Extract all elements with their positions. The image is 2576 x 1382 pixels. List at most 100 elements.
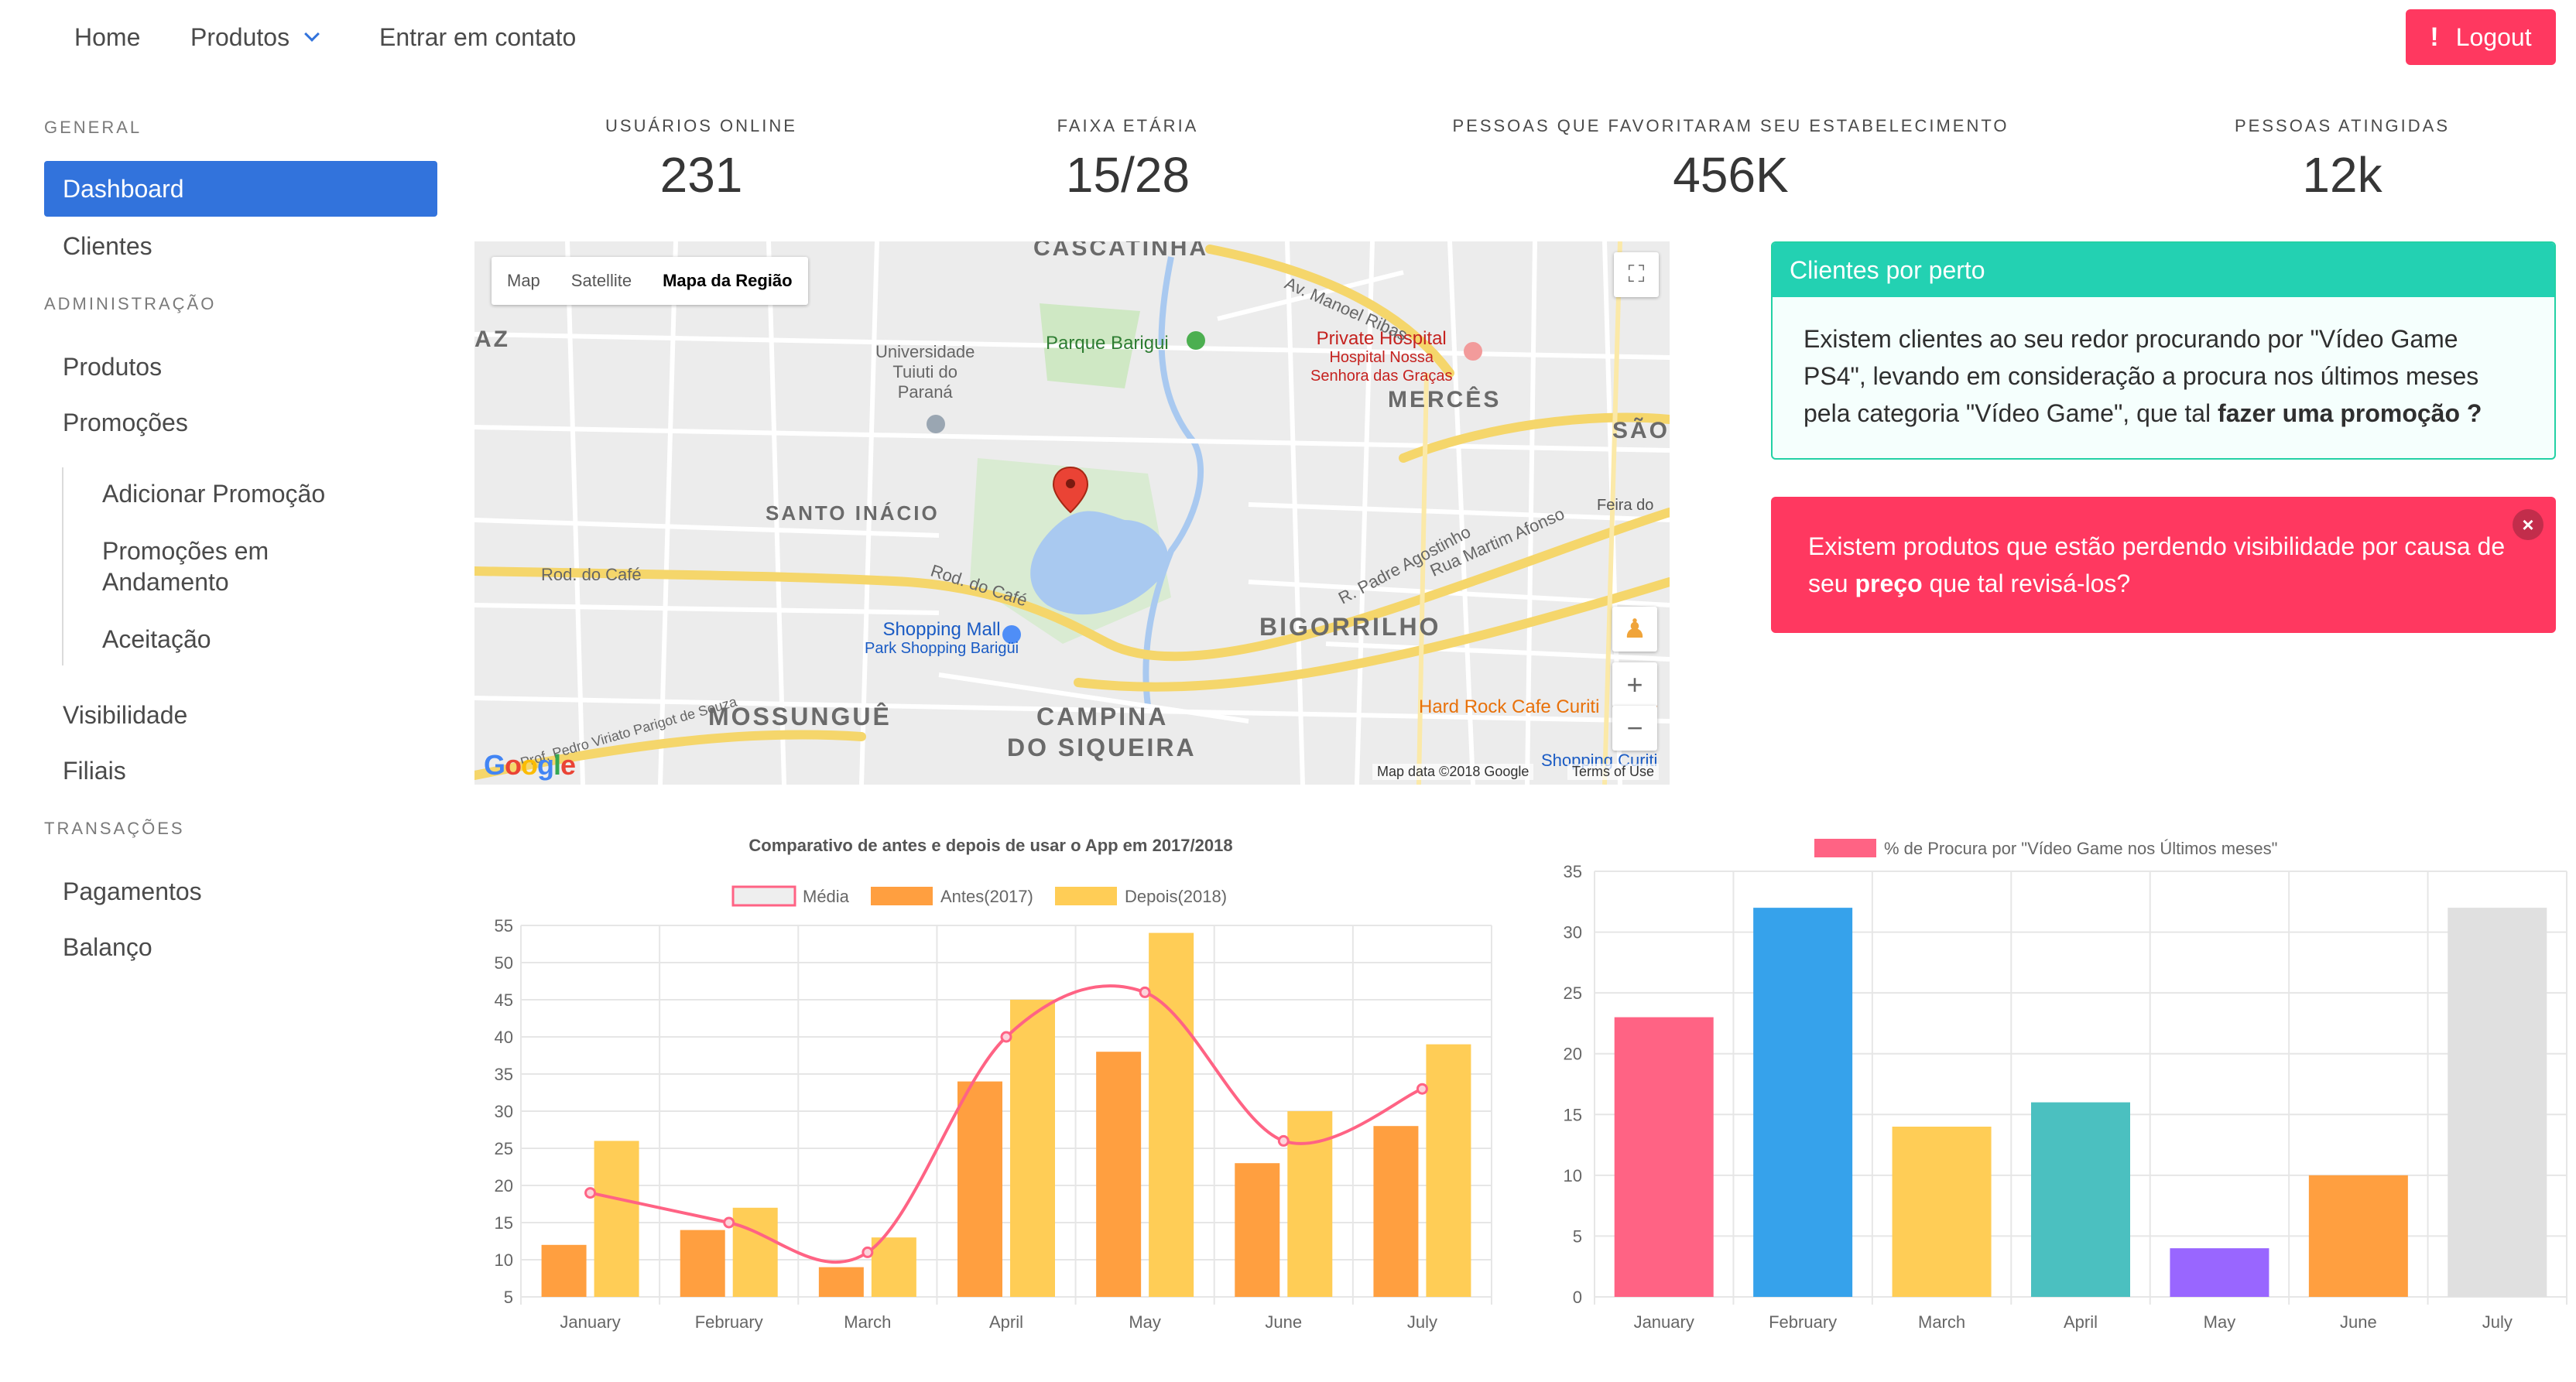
bar — [594, 1141, 639, 1297]
stat-value: 12k — [2302, 147, 2382, 203]
legend-label: Depois(2018) — [1125, 887, 1227, 906]
bar — [541, 1244, 587, 1297]
bar — [2031, 1102, 2130, 1297]
y-tick-label: 25 — [1564, 983, 1582, 1003]
street-rod-cafe: Rod. do Café — [541, 565, 642, 584]
legend-swatch — [1814, 839, 1876, 857]
legend-swatch — [871, 887, 933, 905]
sidebar-item-pagamentos[interactable]: Pagamentos — [44, 864, 437, 919]
bar — [818, 1267, 864, 1297]
y-tick-label: 15 — [495, 1213, 513, 1233]
promocoes-submenu: Adicionar Promoção Promoções em Andament… — [62, 467, 433, 665]
bar — [871, 1237, 916, 1297]
bar — [957, 1081, 1002, 1297]
map-poi-shopping: Shopping Mall Park Shopping Barigüi — [865, 621, 1019, 658]
stat-heading: PESSOAS ATINGIDAS — [2235, 116, 2450, 135]
stat-favoritaram: PESSOAS QUE FAVORITARAM SEU ESTABELECIME… — [1437, 116, 2025, 203]
sidebar-item-filiais[interactable]: Filiais — [44, 743, 437, 799]
logout-label: Logout — [2455, 22, 2532, 51]
y-tick-label: 10 — [495, 1250, 513, 1270]
nav-home-link[interactable]: Home — [74, 22, 140, 53]
bar — [1010, 1000, 1055, 1297]
menu-label-administracao: ADMINISTRAÇÃO — [44, 294, 217, 313]
map-type-satellite-button[interactable]: Satellite — [556, 257, 647, 305]
x-tick-label: June — [1265, 1312, 1302, 1332]
stat-value: 15/28 — [1065, 147, 1190, 203]
legend-label: Média — [803, 887, 850, 906]
pegman-icon[interactable]: ♟ — [1612, 607, 1657, 652]
bar — [1235, 1163, 1280, 1297]
bar — [1096, 1052, 1142, 1297]
poi-line: Paraná — [897, 382, 953, 402]
sidebar-item-clientes[interactable]: Clientes — [44, 218, 437, 274]
card-body: Existem clientes ao seu redor procurando… — [1773, 297, 2554, 455]
y-tick-label: 5 — [1573, 1226, 1582, 1246]
poi-line: Park Shopping Barigüi — [865, 640, 1019, 657]
stat-heading: PESSOAS QUE FAVORITARAM SEU ESTABELECIME… — [1452, 116, 2009, 135]
map-label-bigorrilho: BIGORRILHO — [1259, 613, 1441, 641]
x-tick-label: July — [2482, 1312, 2513, 1332]
map-label-sao: SÃO — [1612, 418, 1670, 443]
map-type-control: Map Satellite Mapa da Região — [492, 257, 808, 305]
x-tick-label: April — [2064, 1312, 2098, 1332]
map-label-merces: MERCÊS — [1388, 387, 1502, 412]
bar — [2170, 1248, 2269, 1297]
bar — [2448, 908, 2547, 1297]
fullscreen-icon[interactable]: ⛶ — [1614, 252, 1659, 297]
map-label-santo-inacio: SANTO INÁCIO — [766, 501, 940, 525]
map-label-az: AZ — [474, 327, 510, 352]
x-tick-label: April — [989, 1312, 1023, 1332]
map-type-map-button[interactable]: Map — [492, 257, 556, 305]
sidebar-item-promocoes[interactable]: Promoções — [44, 395, 437, 450]
x-tick-label: January — [560, 1312, 620, 1332]
poi-line: Tuiuti do — [892, 362, 957, 381]
stat-value: 456K — [1673, 147, 1789, 203]
bar — [732, 1207, 778, 1297]
y-tick-label: 30 — [495, 1102, 513, 1121]
legend-swatch — [1055, 887, 1117, 905]
map-data-attribution: Map data ©2018 Google — [1372, 764, 1534, 780]
close-icon[interactable]: × — [2513, 509, 2543, 540]
map-poi-universidade: Universidade Tuiuti do Paraná — [875, 342, 975, 402]
sidebar-item-promocoes-andamento[interactable]: Promoções em Andamento — [102, 535, 365, 597]
card-title: Clientes por perto — [1773, 243, 2554, 297]
zoom-out-icon[interactable]: − — [1612, 706, 1657, 751]
sidebar-item-balanco[interactable]: Balanço — [44, 919, 437, 975]
sidebar-item-dashboard[interactable]: Dashboard — [44, 161, 437, 217]
sidebar-item-aceitacao[interactable]: Aceitação — [102, 624, 365, 655]
stat-usuarios-online: USUÁRIOS ONLINE 231 — [585, 116, 817, 203]
map-label-cascatinha: CASCATINHA — [1033, 241, 1209, 261]
x-tick-label: March — [844, 1312, 891, 1332]
nav-contato-link[interactable]: Entrar em contato — [379, 22, 576, 53]
y-tick-label: 20 — [1564, 1045, 1582, 1064]
map-poi-parque: Parque Barigui — [1046, 333, 1169, 354]
stat-value: 231 — [659, 147, 743, 203]
google-logo: Google — [484, 749, 576, 781]
legend-swatch — [731, 885, 796, 907]
map-poi-hardrock: Hard Rock Cafe Curiti — [1419, 696, 1600, 717]
y-tick-label: 55 — [495, 916, 513, 936]
nav-produtos-dropdown[interactable]: Produtos — [190, 22, 320, 53]
bar — [1614, 1017, 1714, 1297]
logout-button[interactable]: ! Logout — [2406, 9, 2556, 65]
sidebar-item-adicionar-promocao[interactable]: Adicionar Promoção — [102, 478, 365, 509]
bar — [1426, 1044, 1471, 1297]
legend-label: Antes(2017) — [940, 887, 1033, 906]
stat-heading: FAIXA ETÁRIA — [1057, 116, 1199, 135]
sidebar-item-visibilidade[interactable]: Visibilidade — [44, 687, 437, 743]
y-tick-label: 5 — [504, 1288, 513, 1307]
zoom-in-icon[interactable]: + — [1612, 662, 1657, 707]
map-label-do-siqueira: DO SIQUEIRA — [1007, 734, 1197, 761]
sidebar-menu: GENERAL Dashboard Clientes ADMINISTRAÇÃO… — [0, 74, 449, 1382]
map-poi-hospital: Private Hospital Hospital Nossa Senhora … — [1310, 330, 1452, 385]
poi-line: Senhora das Graças — [1310, 368, 1453, 385]
line-point — [1277, 1134, 1290, 1147]
region-map[interactable]: Map Satellite Mapa da Região ⛶ ♟ + − CAS… — [474, 241, 1670, 785]
menu-label-transacoes: TRANSAÇÕES — [44, 819, 185, 838]
map-label-campina: CAMPINA — [1036, 703, 1169, 730]
bar — [1373, 1126, 1419, 1297]
map-terms-link[interactable]: Terms of Use — [1567, 764, 1660, 780]
map-type-regiao-button[interactable]: Mapa da Região — [647, 257, 807, 305]
sidebar-item-produtos[interactable]: Produtos — [44, 339, 437, 395]
poi-line: Hospital Nossa — [1329, 349, 1434, 366]
